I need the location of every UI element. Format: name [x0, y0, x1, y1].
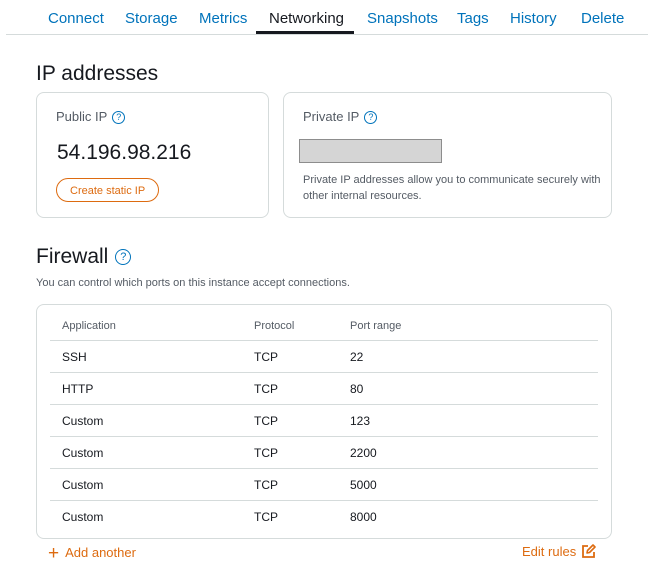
public-ip-card: Public IP? 54.196.98.216 Create static I…	[36, 92, 269, 218]
cell-port-range: 22	[338, 340, 598, 373]
cell-protocol: TCP	[254, 509, 278, 524]
tab-metrics[interactable]: Metrics	[199, 10, 247, 27]
public-ip-value: 54.196.98.216	[57, 141, 192, 164]
private-ip-label: Private IP	[303, 109, 360, 124]
column-header-application: Application	[50, 312, 242, 341]
tab-networking[interactable]: Networking	[269, 10, 344, 27]
private-ip-card: Private IP? Private IP addresses allow y…	[283, 92, 612, 218]
firewall-description: You can control which ports on this inst…	[36, 277, 350, 289]
private-ip-label-row: Private IP?	[303, 109, 378, 124]
tab-tags[interactable]: Tags	[457, 10, 489, 27]
tab-delete[interactable]: Delete	[581, 10, 624, 27]
help-icon[interactable]: ?	[364, 111, 378, 124]
table-row: SSH TCP 22	[50, 340, 598, 373]
firewall-title: Firewall	[36, 245, 109, 268]
cell-application: HTTP	[50, 372, 242, 405]
add-another-button[interactable]: + Add another	[48, 543, 136, 565]
plus-icon: +	[48, 543, 60, 564]
help-icon[interactable]: ?	[115, 249, 132, 265]
column-header-protocol: Protocol	[242, 312, 338, 341]
cell-port-range: 8000	[350, 509, 377, 524]
add-another-label: Add another	[65, 545, 136, 560]
tab-history[interactable]: History	[510, 10, 557, 27]
tab-connect[interactable]: Connect	[48, 10, 104, 27]
private-ip-redacted-value	[299, 139, 442, 163]
table-row: HTTP TCP 80	[50, 372, 598, 405]
tab-storage[interactable]: Storage	[125, 10, 178, 27]
edit-rules-button[interactable]: Edit rules	[522, 544, 597, 559]
ip-addresses-heading: IP addresses	[36, 62, 159, 85]
cell-protocol: TCP	[242, 340, 338, 373]
table-header-row: Application Protocol Port range	[50, 312, 598, 341]
help-icon[interactable]: ?	[112, 111, 126, 124]
table-row: Custom TCP 2200	[50, 436, 598, 469]
table-row: Custom TCP 5000	[50, 468, 598, 501]
firewall-heading: Firewall?	[36, 245, 132, 269]
cell-application: Custom	[62, 509, 104, 524]
cell-application: Custom	[50, 436, 242, 469]
cell-port-range: 2200	[338, 436, 598, 469]
firewall-rules-table: Application Protocol Port range SSH TCP …	[50, 312, 598, 532]
cell-protocol: TCP	[242, 468, 338, 501]
public-ip-label-row: Public IP?	[56, 109, 126, 124]
table-row: Custom TCP 123	[50, 404, 598, 437]
private-ip-description: Private IP addresses allow you to commun…	[303, 174, 601, 202]
tab-bar: Connect Storage Metrics Networking Snaps…	[6, 0, 648, 35]
cell-port-range: 123	[338, 404, 598, 437]
active-tab-indicator	[256, 31, 354, 34]
edit-rules-label: Edit rules	[522, 544, 577, 559]
table-row: Custom TCP 8000	[50, 501, 598, 533]
cell-protocol: TCP	[242, 372, 338, 405]
cell-application: SSH	[50, 340, 242, 373]
public-ip-label: Public IP	[56, 109, 108, 124]
cell-application: Custom	[50, 468, 242, 501]
tab-snapshots[interactable]: Snapshots	[367, 10, 438, 27]
cell-port-range: 80	[338, 372, 598, 405]
cell-protocol: TCP	[242, 404, 338, 437]
create-static-ip-button[interactable]: Create static IP	[56, 178, 160, 202]
column-header-port-range: Port range	[338, 312, 598, 341]
instance-networking-page: Connect Storage Metrics Networking Snaps…	[0, 0, 648, 574]
cell-application: Custom	[50, 404, 242, 437]
cell-protocol: TCP	[242, 436, 338, 469]
edit-icon	[582, 544, 597, 558]
cell-port-range: 5000	[338, 468, 598, 501]
